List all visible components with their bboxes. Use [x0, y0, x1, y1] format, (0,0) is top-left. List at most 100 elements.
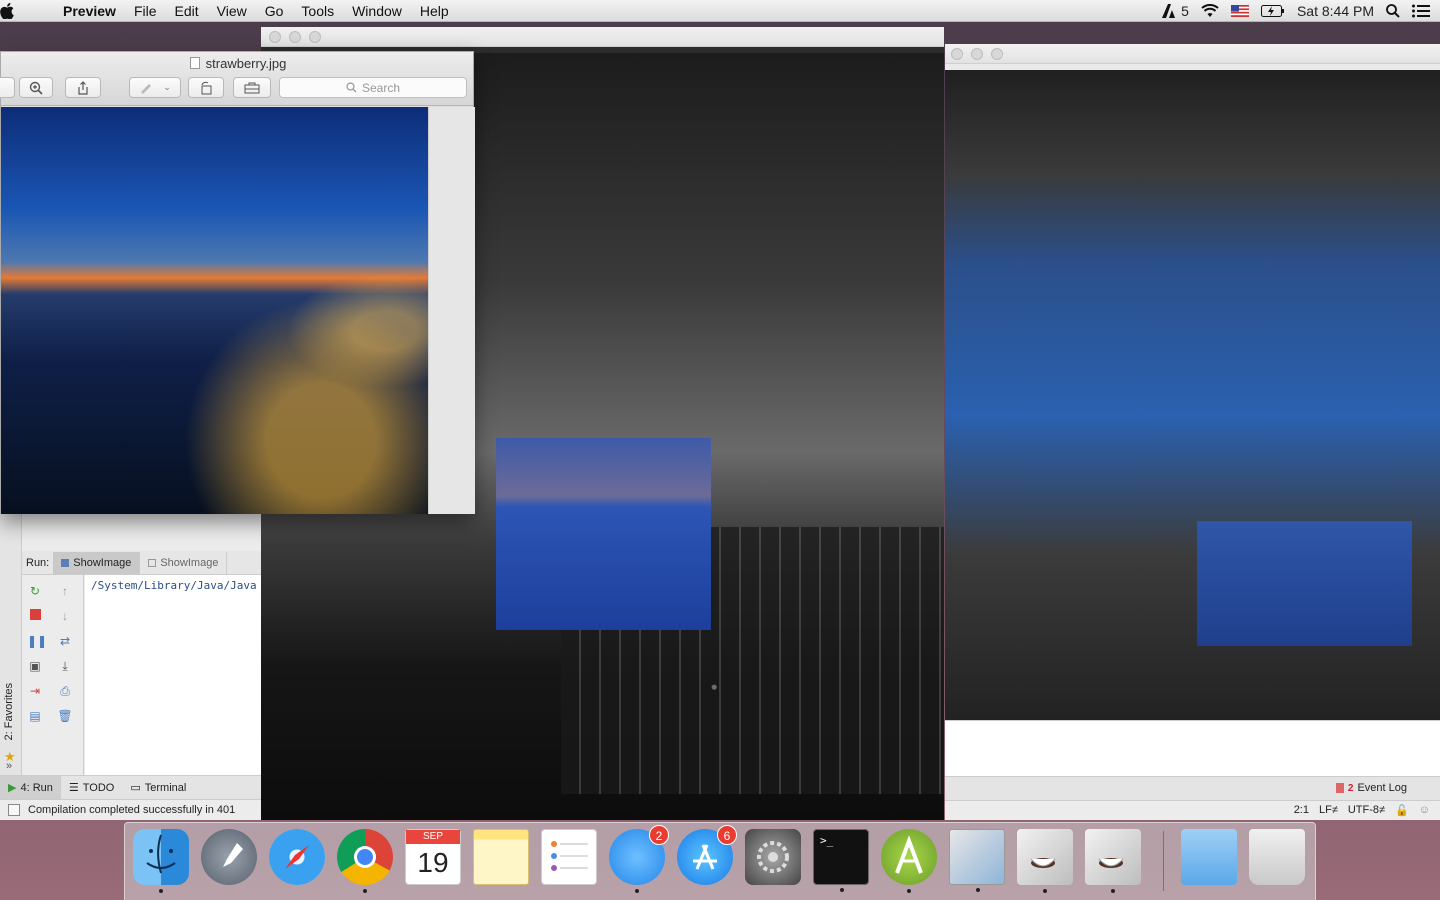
- share-icon: [78, 80, 88, 95]
- chrome-icon[interactable]: [337, 829, 393, 893]
- menu-view[interactable]: View: [208, 3, 256, 19]
- file-encoding[interactable]: UTF-8≠: [1348, 804, 1385, 817]
- battery-charging-icon[interactable]: [1260, 5, 1285, 17]
- safari-icon[interactable]: [269, 829, 325, 885]
- calendar-icon[interactable]: SEP 19: [405, 829, 461, 885]
- hector-icon[interactable]: ☺: [1419, 804, 1430, 817]
- preview-window[interactable]: strawberry.jpg ⌄ Search: [0, 51, 475, 514]
- event-log-label: Event Log: [1357, 782, 1407, 794]
- wifi-icon[interactable]: [1201, 4, 1219, 18]
- run-console[interactable]: /System/Library/Java/Java: [85, 575, 261, 775]
- stop-icon[interactable]: [27, 608, 43, 624]
- trash-icon[interactable]: [1249, 829, 1305, 885]
- java-launcher-icon[interactable]: [1017, 829, 1073, 893]
- event-log-icon: [1335, 783, 1344, 793]
- zoom-in-button[interactable]: [19, 77, 53, 98]
- us-flag-icon[interactable]: [1230, 5, 1249, 17]
- todo-tool-tab[interactable]: ☰ TODO: [61, 776, 122, 800]
- search-field[interactable]: Search: [279, 77, 467, 98]
- zoom-button[interactable]: [991, 48, 1003, 60]
- window-title: strawberry.jpg: [1, 56, 475, 71]
- java-class-icon: [148, 558, 157, 567]
- todo-tool-tab-label: TODO: [82, 781, 115, 794]
- terminal-tool-tab[interactable]: ▭ Terminal: [122, 776, 194, 800]
- preview-app-icon[interactable]: [949, 829, 1005, 892]
- notification-center-icon[interactable]: [1412, 4, 1430, 18]
- line-separator[interactable]: LF≠: [1319, 804, 1338, 817]
- zoom-button[interactable]: [309, 31, 321, 43]
- apple-menu-icon[interactable]: [0, 2, 54, 19]
- app-store-badge: 6: [717, 825, 737, 845]
- chevron-more-icon[interactable]: »: [6, 760, 12, 772]
- menu-window[interactable]: Window: [343, 3, 411, 19]
- dump-threads-icon[interactable]: ▣: [27, 658, 43, 674]
- reminders-icon[interactable]: [541, 829, 597, 885]
- blue-region: [1197, 521, 1412, 646]
- terminal-icon[interactable]: >_: [813, 829, 869, 892]
- close-button[interactable]: [951, 48, 963, 60]
- running-indicator: [976, 888, 980, 892]
- up-arrow-icon[interactable]: ↑: [57, 583, 73, 599]
- run-tab-showimage-1[interactable]: ShowImage: [53, 551, 141, 574]
- titlebar[interactable]: [945, 44, 1440, 64]
- layout-icon[interactable]: ▤: [27, 708, 43, 724]
- trash-icon[interactable]: 🗑: [57, 708, 73, 724]
- preview-image-monaco-night: [1, 107, 428, 514]
- exit-icon[interactable]: ⇥: [27, 683, 43, 699]
- lock-icon[interactable]: 🔓: [1395, 804, 1409, 817]
- status-toggle-icon[interactable]: [8, 804, 20, 816]
- share-button[interactable]: [65, 77, 101, 98]
- menu-tools[interactable]: Tools: [292, 3, 343, 19]
- run-tab-showimage-2[interactable]: ShowImage: [140, 551, 228, 574]
- toolbox-button[interactable]: [233, 77, 271, 98]
- java-class-icon: [61, 558, 70, 567]
- running-indicator: [635, 889, 639, 893]
- preview-scroll-area: [428, 107, 475, 514]
- menu-app-preview[interactable]: Preview: [54, 3, 125, 19]
- menu-edit[interactable]: Edit: [166, 3, 208, 19]
- messages-icon[interactable]: 2: [609, 825, 669, 893]
- zoom-out-button[interactable]: [0, 77, 15, 98]
- spotlight-search-icon[interactable]: [1386, 4, 1400, 18]
- soft-wrap-icon[interactable]: ⇄: [57, 633, 73, 649]
- clock[interactable]: Sat 8:44 PM: [1297, 3, 1374, 19]
- system-preferences-icon[interactable]: [745, 829, 801, 885]
- running-indicator: [363, 889, 367, 893]
- finder-icon[interactable]: [133, 829, 189, 893]
- markup-button[interactable]: ⌄: [129, 77, 181, 98]
- preview-toolbar: strawberry.jpg ⌄ Search: [0, 52, 475, 106]
- minimize-button[interactable]: [971, 48, 983, 60]
- event-log-tab[interactable]: 2 Event Log: [1335, 782, 1407, 794]
- app-store-icon[interactable]: 6: [677, 825, 737, 885]
- image-window-color-mask[interactable]: [945, 44, 1440, 820]
- menu-go[interactable]: Go: [256, 3, 293, 19]
- run-tool-tab[interactable]: ▶ 4: Run: [0, 775, 61, 800]
- adobe-count: 5: [1181, 3, 1189, 19]
- scroll-to-end-icon[interactable]: ⤓: [57, 658, 73, 674]
- calendar-month: SEP: [406, 830, 460, 844]
- titlebar[interactable]: [261, 27, 944, 47]
- close-button[interactable]: [269, 31, 281, 43]
- launchpad-icon[interactable]: [201, 829, 257, 885]
- adobe-creative-cloud-icon[interactable]: 5: [1162, 3, 1189, 19]
- rotate-button[interactable]: [188, 77, 224, 98]
- rerun-icon[interactable]: ↻: [27, 583, 43, 599]
- folder-icon[interactable]: [1181, 829, 1237, 885]
- pause-icon[interactable]: ❚❚: [27, 633, 47, 649]
- minimize-button[interactable]: [289, 31, 301, 43]
- favorites-tab[interactable]: 2: Favorites: [3, 683, 15, 740]
- down-arrow-icon[interactable]: ↓: [57, 608, 73, 624]
- search-placeholder: Search: [361, 80, 401, 95]
- menu-file[interactable]: File: [125, 3, 166, 19]
- document-icon: [189, 57, 200, 69]
- ide-bottom-toolbar-right: 2 Event Log: [945, 776, 1440, 800]
- menu-help[interactable]: Help: [411, 3, 458, 19]
- caret-position[interactable]: 2:1: [1294, 804, 1309, 817]
- notes-icon[interactable]: [473, 829, 529, 885]
- android-studio-icon[interactable]: [881, 829, 937, 893]
- blue-region: [496, 438, 711, 630]
- print-icon[interactable]: ⎙: [57, 683, 73, 699]
- java-launcher-icon-2[interactable]: [1085, 829, 1141, 893]
- ide-window: 2: Favorites ★ » Run: ShowImage ShowImag…: [0, 513, 261, 820]
- play-icon: ▶: [8, 782, 17, 794]
